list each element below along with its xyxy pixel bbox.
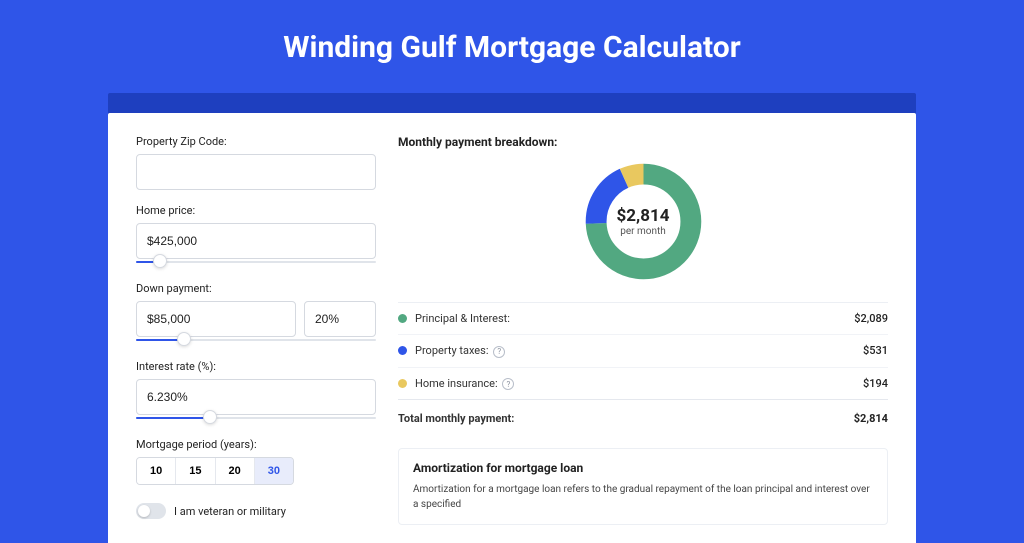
legend: Principal & Interest: $2,089 Property ta… [398, 302, 888, 434]
veteran-label: I am veteran or military [174, 505, 286, 518]
page-header: Winding Gulf Mortgage Calculator [0, 0, 1024, 93]
down-payment-input[interactable] [136, 301, 296, 337]
rate-slider-thumb[interactable] [203, 410, 217, 424]
rate-input[interactable] [136, 379, 376, 415]
down-payment-pct-input[interactable] [304, 301, 376, 337]
period-option-15[interactable]: 15 [176, 458, 215, 484]
legend-label-pi: Principal & Interest: [415, 312, 846, 325]
zip-input[interactable] [136, 154, 376, 190]
legend-row-ins: Home insurance: ? $194 [398, 367, 888, 400]
rate-slider-fill [136, 417, 210, 419]
down-payment-field: Down payment: [136, 282, 376, 346]
zip-field: Property Zip Code: [136, 135, 376, 190]
dot-ins [398, 379, 407, 388]
content-band: Property Zip Code: Home price: Down paym… [108, 93, 916, 543]
donut-chart: $2,814 per month [581, 159, 706, 284]
home-price-field: Home price: [136, 204, 376, 268]
help-icon[interactable]: ? [493, 346, 505, 358]
legend-value-pi: $2,089 [854, 312, 888, 325]
rate-slider[interactable] [136, 414, 376, 424]
down-payment-slider-thumb[interactable] [177, 332, 191, 346]
legend-row-tax: Property taxes: ? $531 [398, 334, 888, 367]
legend-total-label: Total monthly payment: [398, 412, 846, 425]
down-payment-slider[interactable] [136, 336, 376, 346]
results-panel: Monthly payment breakdown: $2,814 per mo… [398, 135, 888, 543]
home-price-slider[interactable] [136, 258, 376, 268]
veteran-row: I am veteran or military [136, 503, 376, 519]
inputs-panel: Property Zip Code: Home price: Down paym… [136, 135, 376, 543]
dot-tax [398, 346, 407, 355]
breakdown-title: Monthly payment breakdown: [398, 135, 888, 149]
period-option-20[interactable]: 20 [216, 458, 255, 484]
dot-pi [398, 314, 407, 323]
legend-row-pi: Principal & Interest: $2,089 [398, 303, 888, 334]
home-price-slider-thumb[interactable] [153, 254, 167, 268]
legend-label-tax: Property taxes: ? [415, 344, 855, 358]
legend-total-value: $2,814 [854, 412, 888, 425]
legend-value-tax: $531 [863, 344, 888, 357]
calculator-card: Property Zip Code: Home price: Down paym… [108, 113, 916, 543]
zip-label: Property Zip Code: [136, 135, 376, 148]
period-label: Mortgage period (years): [136, 438, 376, 451]
amortization-section: Amortization for mortgage loan Amortizat… [398, 448, 888, 525]
period-field: Mortgage period (years): 10 15 20 30 [136, 438, 376, 485]
period-option-30[interactable]: 30 [255, 458, 293, 484]
donut-wrap: $2,814 per month [398, 159, 888, 284]
period-option-10[interactable]: 10 [137, 458, 176, 484]
amortization-text: Amortization for a mortgage loan refers … [413, 483, 873, 512]
donut-center: $2,814 per month [581, 159, 706, 284]
rate-label: Interest rate (%): [136, 360, 376, 373]
legend-value-ins: $194 [863, 377, 888, 390]
down-payment-label: Down payment: [136, 282, 376, 295]
rate-field: Interest rate (%): [136, 360, 376, 424]
amortization-heading: Amortization for mortgage loan [413, 461, 873, 475]
help-icon[interactable]: ? [502, 378, 514, 390]
home-price-input[interactable] [136, 223, 376, 259]
donut-subtext: per month [620, 226, 666, 237]
donut-value: $2,814 [617, 206, 670, 226]
home-price-label: Home price: [136, 204, 376, 217]
period-group: 10 15 20 30 [136, 457, 294, 485]
legend-label-ins: Home insurance: ? [415, 377, 855, 391]
legend-row-total: Total monthly payment: $2,814 [398, 399, 888, 434]
veteran-toggle[interactable] [136, 503, 166, 519]
page-title: Winding Gulf Mortgage Calculator [0, 30, 1024, 65]
